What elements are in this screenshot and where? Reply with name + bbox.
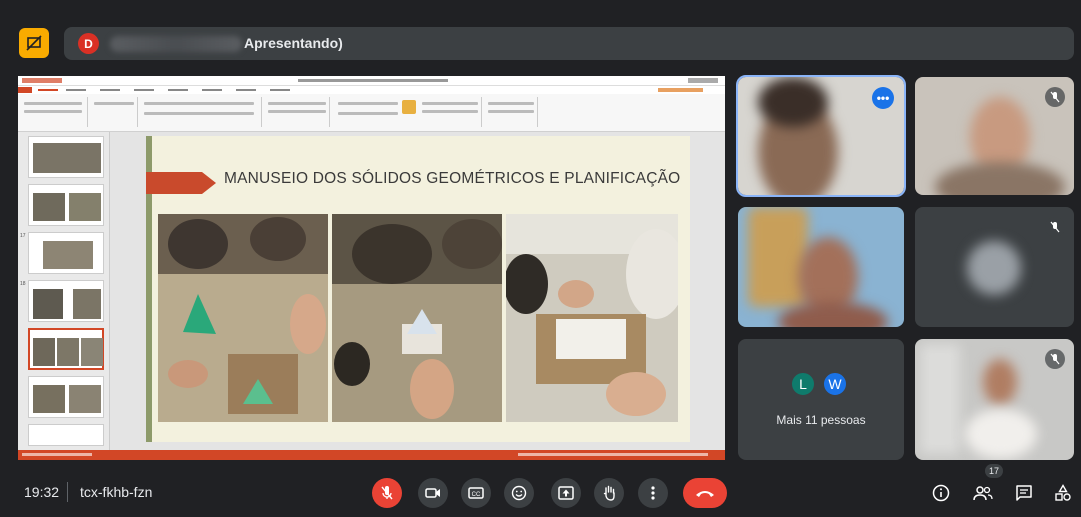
presenting-label: Apresentando) — [244, 35, 343, 51]
participant-tile[interactable] — [915, 77, 1074, 195]
hand-icon — [603, 485, 615, 501]
people-icon — [973, 486, 993, 501]
participant-count-badge: 17 — [985, 464, 1003, 478]
powerpoint-titlebar — [18, 76, 725, 86]
mic-toggle-button[interactable] — [372, 478, 402, 508]
captions-icon: CC — [468, 487, 484, 499]
participant-tile[interactable] — [915, 339, 1074, 460]
people-button[interactable] — [972, 482, 994, 504]
activities-button[interactable] — [1052, 482, 1074, 504]
clock: 19:32 — [24, 484, 60, 500]
captions-button[interactable]: CC — [461, 478, 491, 508]
presenter-banner: D Apresentando) — [64, 27, 1074, 60]
present-screen-icon — [558, 486, 574, 500]
slide-photo — [332, 214, 502, 422]
present-screen-button[interactable] — [551, 478, 581, 508]
more-people-label: Mais 11 pessoas — [776, 413, 866, 427]
current-slide: MANUSEIO DOS SÓLIDOS GEOMÉTRICOS E PLANI… — [146, 136, 690, 442]
slide-thumbnail[interactable]: 17 — [20, 232, 104, 274]
info-icon — [932, 484, 950, 502]
emoji-button[interactable] — [504, 478, 534, 508]
activities-icon — [1055, 484, 1071, 501]
participant-tile[interactable] — [738, 207, 904, 327]
meeting-code: tcx-fkhb-fzn — [80, 484, 153, 500]
powerpoint-statusbar — [18, 450, 725, 460]
slide-thumbnail[interactable]: 18 — [20, 280, 104, 322]
powerpoint-tabs — [18, 86, 725, 94]
more-options-icon[interactable]: ••• — [872, 87, 894, 109]
slide-photo — [506, 214, 678, 422]
participant-video-blurred — [983, 359, 1017, 405]
mic-off-icon — [1045, 87, 1065, 107]
hangup-icon — [696, 491, 714, 497]
svg-text:CC: CC — [472, 492, 481, 498]
shared-screen: 17 18 MANUSEIO DOS SÓLIDOS GEOMÉTRICOS E… — [18, 76, 725, 460]
slide-thumbnail[interactable] — [28, 136, 104, 178]
camera-toggle-button[interactable] — [418, 478, 448, 508]
bottom-control-bar: 19:32 tcx-fkhb-fzn CC — [0, 468, 1081, 517]
camera-icon — [425, 488, 440, 498]
emoji-icon — [511, 485, 527, 501]
divider — [67, 482, 68, 502]
more-options-button[interactable] — [638, 478, 668, 508]
slide-thumbnail-selected[interactable] — [28, 328, 104, 370]
slide-title: MANUSEIO DOS SÓLIDOS GEOMÉTRICOS E PLANI… — [224, 170, 681, 187]
slide-thumbnail[interactable] — [28, 424, 104, 446]
participant-avatar-blurred — [967, 241, 1021, 295]
presenter-name-blurred — [110, 36, 242, 52]
arrow-shape — [146, 172, 216, 194]
mic-off-icon — [1045, 349, 1065, 369]
slide-photo — [158, 214, 328, 422]
more-vert-icon — [651, 486, 655, 500]
slide-thumbnails: 17 18 — [18, 132, 110, 450]
top-bar: D Apresentando) — [0, 0, 1081, 75]
presenter-avatar: D — [78, 33, 99, 54]
mic-off-icon — [1045, 217, 1065, 237]
presentation-icon[interactable] — [19, 28, 49, 58]
slide-edit-area: MANUSEIO DOS SÓLIDOS GEOMÉTRICOS E PLANI… — [110, 132, 725, 450]
mic-off-icon — [381, 486, 393, 500]
slide-thumbnail[interactable] — [28, 376, 104, 418]
leave-call-button[interactable] — [683, 478, 727, 508]
participant-avatar: W — [822, 371, 848, 397]
raise-hand-button[interactable] — [594, 478, 624, 508]
more-participants-tile[interactable]: L W Mais 11 pessoas — [738, 339, 904, 460]
participant-avatar: L — [790, 371, 816, 397]
meeting-info-button[interactable] — [930, 482, 952, 504]
chat-icon — [1016, 485, 1032, 501]
powerpoint-ribbon — [18, 94, 725, 132]
slide-thumbnail[interactable] — [28, 184, 104, 226]
participant-tile[interactable] — [915, 207, 1074, 327]
chat-button[interactable] — [1013, 482, 1035, 504]
participant-tile-speaking[interactable]: ••• — [736, 75, 906, 197]
